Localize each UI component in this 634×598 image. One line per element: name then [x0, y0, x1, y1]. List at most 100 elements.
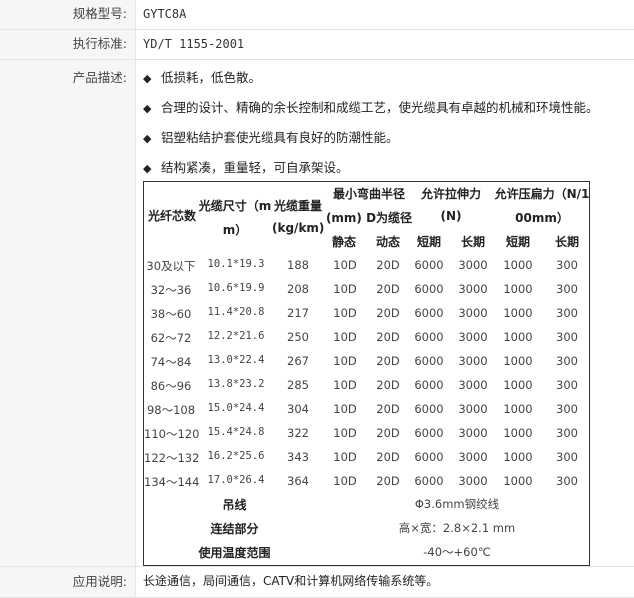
table-cell: 1000 [503, 306, 533, 320]
footer-value-suspension-wire: Φ3.6mm钢绞线 [414, 497, 500, 511]
spec-table-body: 30及以下 10.1*19.3 188 10D 20D 6000 3000 1000 300 32… [144, 182, 589, 492]
spec-row-standard: 执行标准: YD/T 1155-2001 [0, 30, 634, 60]
diamond-bullet-icon: ◆ [143, 162, 152, 175]
table-cell: 6000 [414, 306, 444, 320]
footer-label-suspension-wire: 吊线 [222, 498, 247, 512]
table-cell: 3000 [458, 402, 488, 416]
fiber-count-cell: 38～60 [150, 307, 192, 321]
table-cell: 1000 [503, 330, 533, 344]
table-cell: 6000 [414, 402, 444, 416]
table-cell: 6000 [414, 282, 444, 296]
table-cell: 20D [376, 282, 400, 296]
table-cell: 20D [376, 306, 400, 320]
table-cell: 300 [556, 258, 578, 272]
table-cell: 16.2*25.6 [207, 450, 265, 462]
table-cell: 1000 [503, 402, 533, 416]
fiber-count-cell: 32～36 [150, 283, 192, 297]
description-bullet: ◆ 铝塑粘结护套使光缆具有良好的防潮性能。 [143, 127, 399, 146]
fiber-count-cell: 134～144 [144, 475, 200, 489]
footer-value-connection: 高×宽：2.8×2.1 mm [398, 521, 516, 535]
description-bullet: ◆ 合理的设计、精确的余长控制和成缆工艺，使光缆具有卓越的机械和环境性能。 [143, 97, 599, 116]
table-cell: 3000 [458, 282, 488, 296]
table-cell: 13.8*23.2 [207, 378, 265, 390]
table-cell: 3000 [458, 258, 488, 272]
table-cell: 1000 [503, 426, 533, 440]
table-cell: 10D [333, 282, 357, 296]
table-cell: 300 [556, 378, 578, 392]
application-value: 长途通信，局间通信，CATV和计算机网络传输系统等。 [143, 574, 439, 588]
standard-label: 执行标准: [0, 30, 136, 59]
table-cell: 20D [376, 378, 400, 392]
table-cell: 20D [376, 354, 400, 368]
table-cell: 3000 [458, 354, 488, 368]
table-cell: 10D [333, 378, 357, 392]
application-label: 应用说明: [0, 567, 136, 597]
table-cell: 343 [287, 450, 309, 464]
spec-row-application: 应用说明: 长途通信，局间通信，CATV和计算机网络传输系统等。 [0, 567, 634, 598]
bullet-text: 铝塑粘结护套使光缆具有良好的防潮性能。 [161, 130, 399, 145]
table-cell: 300 [556, 354, 578, 368]
table-cell: 6000 [414, 450, 444, 464]
spec-table: 光纤芯数 光缆尺寸（m m） 光缆重量 (kg/km) 最小弯曲半径 (mm) … [143, 181, 590, 566]
table-cell: 300 [556, 282, 578, 296]
table-cell: 10.6*19.9 [207, 282, 265, 294]
table-cell: 13.0*22.4 [207, 354, 265, 366]
table-cell: 304 [287, 402, 309, 416]
table-cell: 3000 [458, 378, 488, 392]
description-bullet: ◆ 低损耗，低色散。 [143, 67, 261, 86]
table-cell: 20D [376, 330, 400, 344]
table-cell: 15.0*24.4 [207, 402, 265, 414]
table-cell: 10D [333, 402, 357, 416]
table-cell: 364 [287, 474, 309, 488]
table-cell: 6000 [414, 474, 444, 488]
table-cell: 10D [333, 330, 357, 344]
diamond-bullet-icon: ◆ [143, 102, 152, 115]
description-label: 产品描述: [0, 60, 136, 566]
table-cell: 10D [333, 474, 357, 488]
diamond-bullet-icon: ◆ [143, 132, 152, 145]
table-cell: 3000 [458, 306, 488, 320]
table-cell: 20D [376, 450, 400, 464]
table-cell: 1000 [503, 450, 533, 464]
table-cell: 3000 [458, 474, 488, 488]
table-cell: 1000 [503, 474, 533, 488]
diamond-bullet-icon: ◆ [143, 72, 152, 85]
table-cell: 1000 [503, 282, 533, 296]
table-cell: 10D [333, 426, 357, 440]
table-cell: 300 [556, 306, 578, 320]
product-spec-sheet: 规格型号: GYTC8A 执行标准: YD/T 1155-2001 产品描述: … [0, 0, 634, 598]
table-cell: 208 [287, 282, 309, 296]
footer-label-connection: 连结部分 [210, 522, 259, 536]
table-cell: 322 [287, 426, 309, 440]
fiber-count-cell: 86～96 [150, 379, 192, 393]
table-cell: 6000 [414, 258, 444, 272]
footer-label-temperature: 使用温度范围 [198, 546, 271, 560]
table-cell: 1000 [503, 378, 533, 392]
standard-value: YD/T 1155-2001 [143, 37, 245, 51]
table-cell: 267 [287, 354, 309, 368]
table-cell: 10D [333, 306, 357, 320]
table-cell: 300 [556, 402, 578, 416]
table-cell: 6000 [414, 426, 444, 440]
description-bullet: ◆ 结构紧凑，重量轻，可自承架设。 [143, 157, 349, 176]
table-cell: 10D [333, 354, 357, 368]
table-cell: 1000 [503, 354, 533, 368]
table-cell: 20D [376, 426, 400, 440]
fiber-count-cell: 98～108 [146, 403, 196, 417]
model-value: GYTC8A [143, 7, 187, 21]
table-cell: 188 [287, 258, 309, 272]
table-cell: 10D [333, 450, 357, 464]
table-cell: 3000 [458, 450, 488, 464]
table-cell: 17.0*26.4 [207, 474, 265, 486]
spec-row-model: 规格型号: GYTC8A [0, 0, 634, 30]
table-cell: 250 [287, 330, 309, 344]
table-cell: 15.4*24.8 [207, 426, 265, 438]
table-cell: 300 [556, 426, 578, 440]
fiber-count-cell: 110～120 [144, 427, 200, 441]
bullet-text: 合理的设计、精确的余长控制和成缆工艺，使光缆具有卓越的机械和环境性能。 [161, 100, 599, 115]
table-cell: 20D [376, 402, 400, 416]
table-cell: 285 [287, 378, 309, 392]
table-cell: 300 [556, 450, 578, 464]
bullet-text: 低损耗，低色散。 [161, 70, 262, 85]
footer-value-temperature: -40～+60℃ [423, 545, 491, 559]
